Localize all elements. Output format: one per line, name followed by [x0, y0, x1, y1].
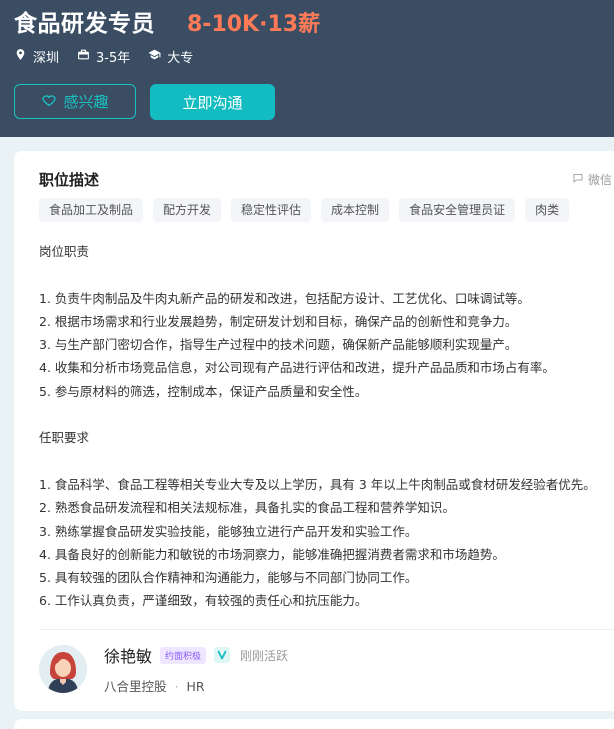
meta-experience-text: 3-5年	[96, 51, 131, 66]
recruiter-name: 徐艳敏	[104, 647, 153, 666]
skill-tag: 食品安全管理员证	[399, 198, 516, 222]
description-line: 4. 收集和分析市场竞品信息，对公司现有产品进行评估和改进，提升产品品质和市场占…	[39, 360, 555, 376]
description-line: 6. 工作认真负责，严谨细致，有较强的责任心和抗压能力。	[39, 593, 368, 609]
description-line: 1. 负责牛肉制品及牛肉丸新产品的研发和改进，包括配方设计、工艺优化、口味调试等…	[39, 290, 530, 306]
wechat-share[interactable]: 微信	[572, 171, 612, 188]
heart-icon	[41, 92, 57, 112]
title-row: 食品研发专员 8-10K·13薪	[14, 4, 320, 38]
description-heading: 岗位职责	[39, 244, 90, 259]
skill-tag: 食品加工及制品	[39, 198, 144, 222]
skill-tag: 成本控制	[321, 198, 390, 222]
wechat-label: 微信	[588, 173, 613, 187]
graduation-cap-icon	[148, 48, 161, 65]
description-line: 3. 熟练掌握食品研发实验技能，能够独立进行产品开发和实验工作。	[39, 523, 418, 539]
skill-tag: 配方开发	[153, 198, 222, 222]
meta-education-text: 大专	[167, 51, 194, 66]
job-description-card: 职位描述 微信 食品加工及制品 配方开发 稳定性评估 成本控制 食品安全管理员证…	[14, 151, 614, 711]
interest-label: 感兴趣	[63, 93, 109, 111]
description-line: 5. 具有较强的团队合作精神和沟通能力，能够与不同部门协同工作。	[39, 570, 418, 586]
section-title: 职位描述	[39, 171, 100, 189]
avatar[interactable]	[39, 645, 87, 693]
job-description-text: 岗位职责 1. 负责牛肉制品及牛肉丸新产品的研发和改进，包括配方设计、工艺优化、…	[39, 240, 596, 613]
next-card-edge	[14, 719, 614, 729]
activity-status: 刚刚活跃	[240, 648, 289, 663]
verified-icon	[214, 647, 231, 663]
description-line: 2. 熟悉食品研发流程和相关法规标准，具备扎实的食品工程和营养学知识。	[39, 500, 455, 516]
skill-tags: 食品加工及制品 配方开发 稳定性评估 成本控制 食品安全管理员证 肉类	[39, 198, 570, 222]
meta-location: 深圳	[14, 47, 59, 66]
description-line: 5. 参与原材料的筛选，控制成本，保证产品质量和安全性。	[39, 383, 368, 399]
divider	[39, 629, 614, 630]
action-buttons: 感兴趣 立即沟通	[14, 84, 275, 120]
chat-now-button[interactable]: 立即沟通	[150, 84, 275, 120]
skill-tag: 稳定性评估	[231, 198, 312, 222]
location-icon	[14, 48, 27, 65]
meta-location-text: 深圳	[33, 51, 60, 66]
description-line: 2. 根据市场需求和行业发展趋势，制定研发计划和目标，确保产品的创新性和竞争力。	[39, 313, 518, 329]
salary: 8-10K·13薪	[187, 12, 321, 37]
company-name: 八合里控股	[104, 679, 167, 694]
briefcase-icon	[77, 48, 90, 65]
description-line: 4. 具备良好的创新能力和敏锐的市场洞察力，能够准确把握消费者需求和市场趋势。	[39, 546, 505, 562]
separator-dot: ·	[174, 679, 179, 694]
description-line: 3. 与生产部门密切合作，指导生产过程中的技术问题，确保新产品能够顺利实现量产。	[39, 337, 518, 353]
description-heading: 任职要求	[39, 430, 90, 446]
job-meta: 深圳 3-5年 大专	[14, 47, 193, 66]
recruiter-company-row: 八合里控股 · HR	[104, 676, 205, 695]
recruiter-role: HR	[186, 679, 205, 694]
status-badge: 约面积极	[160, 646, 207, 664]
meta-experience: 3-5年	[77, 47, 130, 66]
job-title: 食品研发专员	[14, 11, 155, 37]
chat-bubble-icon	[572, 172, 584, 187]
job-header: 食品研发专员 8-10K·13薪 深圳 3-5年 大专 感兴趣 立即沟通	[0, 0, 614, 137]
interest-button[interactable]: 感兴趣	[14, 84, 136, 119]
meta-education: 大专	[148, 47, 193, 66]
skill-tag: 肉类	[525, 198, 570, 222]
recruiter-name-row: 徐艳敏 约面积极 刚刚活跃	[104, 643, 288, 667]
description-line: 1. 食品科学、食品工程等相关专业大专及以上学历，具有 3 年以上牛肉制品或食材…	[39, 476, 596, 492]
